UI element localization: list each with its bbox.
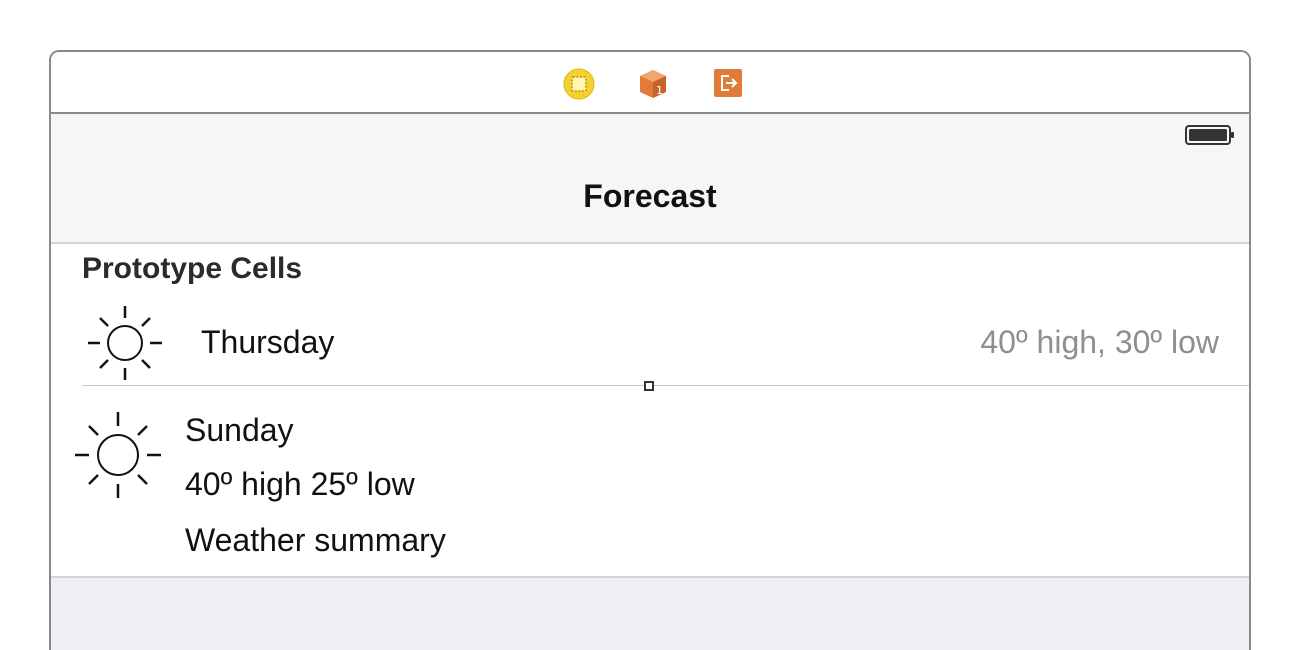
nav-title: Forecast [583,178,717,214]
sun-icon [73,410,163,505]
scene-dock: 1 [51,52,1249,114]
resize-handle[interactable] [644,381,654,391]
first-responder-icon[interactable]: 1 [637,68,667,98]
storyboard-scene[interactable]: 1 Forecast Prototype Cells Thursday 40º … [49,50,1251,650]
table-background [51,576,1249,650]
cell-separator [82,385,1249,386]
cell-temps: 40º high 25º low [185,466,415,502]
navigation-bar: Forecast [51,114,1249,244]
battery-icon [1185,124,1234,146]
section-header: Prototype Cells [82,252,303,285]
cell-title: Sunday [185,412,294,448]
cell-title: Thursday [201,324,335,360]
svg-text:1: 1 [656,84,663,97]
cell-detail: 40º high, 30º low [980,324,1219,360]
exit-icon[interactable] [713,68,743,98]
sun-icon [85,304,165,387]
cell-summary: Weather summary [185,522,446,558]
view-controller-icon[interactable] [563,68,595,100]
